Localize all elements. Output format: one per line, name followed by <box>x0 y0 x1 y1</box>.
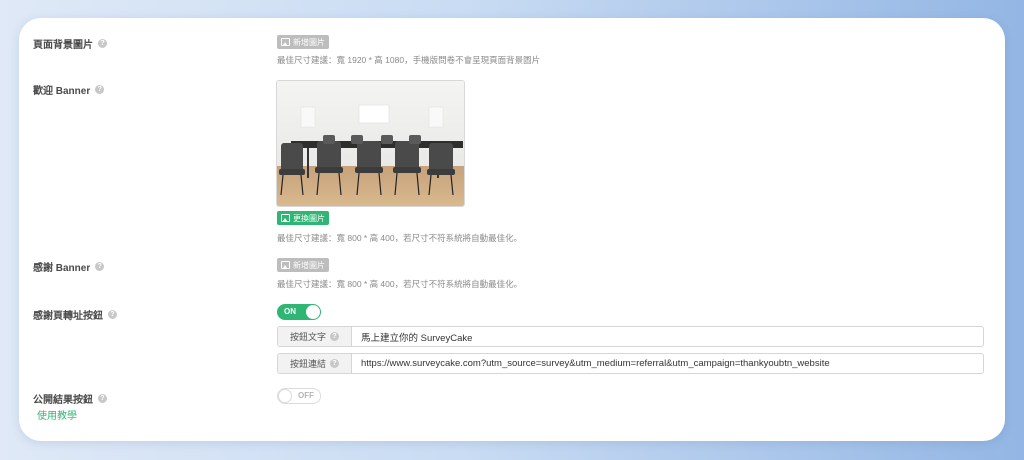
toggle-state-label: OFF <box>298 391 314 400</box>
conference-room-photo <box>277 81 464 206</box>
button-link-addon-label: 按鈕連結 <box>289 359 326 369</box>
toggle-state-label: ON <box>284 307 296 316</box>
help-icon[interactable]: ? <box>95 85 105 94</box>
welcome-banner-image <box>276 80 465 207</box>
help-icon[interactable]: ? <box>98 39 107 48</box>
page-background-label: 頁面背景圖片 <box>33 40 93 51</box>
public-result-label: 公開結果按鈕 <box>33 395 93 406</box>
tutorial-link[interactable]: 使用教學 <box>37 407 77 422</box>
add-thanks-image-label: 新增圖片 <box>293 260 325 270</box>
image-icon <box>281 214 290 222</box>
public-result-toggle[interactable]: OFF <box>277 388 321 404</box>
replace-welcome-image-label: 更換圖片 <box>293 213 325 223</box>
help-icon[interactable]: ? <box>95 262 105 271</box>
help-icon[interactable]: ? <box>98 394 107 403</box>
help-icon[interactable]: ? <box>330 332 339 341</box>
button-link-input[interactable]: https://www.surveycake.com?utm_source=su… <box>352 354 983 373</box>
page-background-hint: 最佳尺寸建議：寬 1920 * 高 1080，手機版問卷不會呈現頁面背景圖片 <box>277 55 541 65</box>
redirect-button-toggle[interactable]: ON <box>277 304 321 320</box>
button-text-addon-label: 按鈕文字 <box>289 332 326 342</box>
welcome-banner-label-row: 歡迎 Banner ? <box>33 82 105 97</box>
add-background-image-button[interactable]: 新增圖片 <box>277 35 329 49</box>
button-link-addon: 按鈕連結 ? <box>278 354 352 373</box>
welcome-banner-hint: 最佳尺寸建議：寬 800 * 高 400，若尺寸不符系統將自動最佳化。 <box>277 233 523 243</box>
button-text-input-group: 按鈕文字 ? 馬上建立你的 SurveyCake <box>277 326 984 347</box>
thanks-banner-hint: 最佳尺寸建議：寬 800 * 高 400，若尺寸不符系統將自動最佳化。 <box>277 279 523 289</box>
button-link-input-group: 按鈕連結 ? https://www.surveycake.com?utm_so… <box>277 353 984 374</box>
toggle-knob <box>278 389 292 403</box>
image-icon <box>281 261 290 269</box>
redirect-button-label-row: 感謝頁轉址按鈕 ? <box>33 307 117 322</box>
thanks-banner-label-row: 感謝 Banner ? <box>33 259 105 274</box>
page-background-label-row: 頁面背景圖片 ? <box>33 36 107 51</box>
help-icon[interactable]: ? <box>330 359 339 368</box>
replace-welcome-image-button[interactable]: 更換圖片 <box>277 211 329 225</box>
public-result-label-row: 公開結果按鈕 ? <box>33 391 107 406</box>
add-thanks-image-button[interactable]: 新增圖片 <box>277 258 329 272</box>
help-icon[interactable]: ? <box>108 310 117 319</box>
welcome-banner-label: 歡迎 Banner <box>33 86 91 97</box>
settings-card: 頁面背景圖片 ? 新增圖片 最佳尺寸建議：寬 1920 * 高 1080，手機版… <box>19 18 1005 441</box>
toggle-knob <box>306 305 320 319</box>
button-text-input[interactable]: 馬上建立你的 SurveyCake <box>352 327 983 346</box>
image-icon <box>281 38 290 46</box>
button-text-addon: 按鈕文字 ? <box>278 327 352 346</box>
thanks-banner-label: 感謝 Banner <box>33 263 91 274</box>
add-background-image-label: 新增圖片 <box>293 37 325 47</box>
redirect-button-label: 感謝頁轉址按鈕 <box>33 311 103 322</box>
